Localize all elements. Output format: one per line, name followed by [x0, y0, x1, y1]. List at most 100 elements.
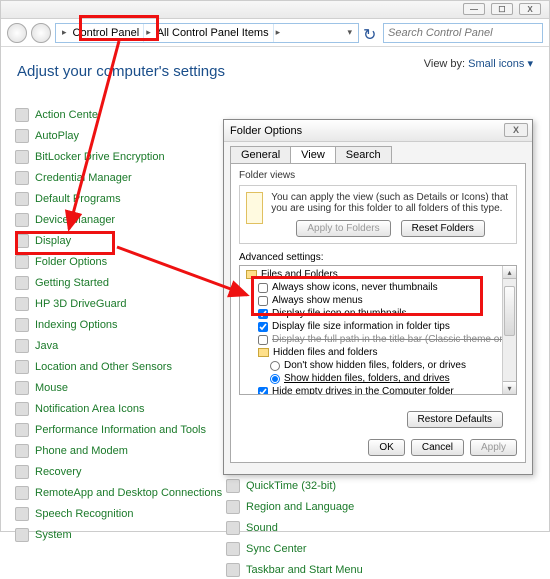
breadcrumb-control-panel[interactable]: Control Panel — [69, 24, 145, 42]
radio-dont-show-hidden[interactable] — [270, 361, 280, 371]
folder-views-box: You can apply the view (such as Details … — [239, 185, 517, 244]
control-panel-item[interactable]: QuickTime (32-bit) — [226, 477, 426, 495]
check-size-in-tips[interactable] — [258, 322, 268, 332]
item-icon — [15, 381, 29, 395]
tree-item: Show hidden files, folders, and drives — [284, 373, 450, 384]
chevron-right-icon: ▸ — [144, 27, 153, 38]
advanced-settings-label: Advanced settings: — [239, 252, 517, 263]
item-label: Action Center — [35, 109, 102, 121]
view-by-label: View by: — [424, 58, 465, 70]
ok-button[interactable]: OK — [368, 439, 404, 456]
folder-icon — [258, 348, 269, 357]
radio-show-hidden[interactable] — [270, 374, 280, 384]
item-icon — [15, 213, 29, 227]
item-label: Default Programs — [35, 193, 121, 205]
tree-item: Always show icons, never thumbnails — [272, 282, 438, 293]
item-icon — [15, 318, 29, 332]
item-label: System — [35, 529, 72, 541]
tree-scrollbar[interactable]: ▴ ▾ — [502, 266, 516, 394]
check-file-icon-thumb[interactable] — [258, 309, 268, 319]
scroll-down-icon[interactable]: ▾ — [503, 381, 516, 394]
folder-options-dialog: Folder Options X General View Search Fol… — [223, 119, 533, 475]
advanced-settings-tree[interactable]: Files and Folders Always show icons, nev… — [239, 265, 517, 395]
item-icon — [15, 108, 29, 122]
control-panel-item[interactable]: Sound — [226, 519, 426, 537]
close-button[interactable]: X — [519, 3, 541, 15]
item-label: Sound — [246, 522, 278, 534]
item-label: Speech Recognition — [35, 508, 133, 520]
item-icon — [226, 500, 240, 514]
nav-toolbar: ▸ Control Panel ▸ All Control Panel Item… — [1, 19, 549, 47]
item-icon — [15, 360, 29, 374]
item-label: Folder Options — [35, 256, 107, 268]
item-label: Java — [35, 340, 58, 352]
tree-item: Display the full path in the title bar (… — [272, 334, 515, 345]
tree-item: Display file size information in folder … — [272, 321, 450, 332]
tab-body: Folder views You can apply the view (suc… — [230, 163, 526, 463]
tree-item: Hide empty drives in the Computer folder — [272, 386, 454, 395]
dropdown-icon[interactable]: ▾ — [345, 27, 354, 38]
item-label: RemoteApp and Desktop Connections — [35, 487, 222, 499]
forward-button[interactable] — [31, 23, 51, 43]
maximize-button[interactable]: ☐ — [491, 3, 513, 15]
tab-general[interactable]: General — [230, 146, 291, 163]
dialog-close-button[interactable]: X — [504, 123, 528, 137]
cancel-button[interactable]: Cancel — [411, 439, 464, 456]
apply-button[interactable]: Apply — [470, 439, 517, 456]
item-label: Taskbar and Start Menu — [246, 564, 363, 576]
reset-folders-button[interactable]: Reset Folders — [401, 220, 485, 237]
dialog-titlebar[interactable]: Folder Options X — [224, 120, 532, 142]
breadcrumb-all-items[interactable]: All Control Panel Items — [153, 24, 274, 42]
search-input[interactable]: Search Control Panel — [383, 23, 543, 43]
item-label: HP 3D DriveGuard — [35, 298, 127, 310]
chevron-right-icon: ▸ — [274, 27, 283, 38]
item-label: Location and Other Sensors — [35, 361, 172, 373]
item-label: QuickTime (32-bit) — [246, 480, 336, 492]
item-icon — [15, 339, 29, 353]
check-show-menus[interactable] — [258, 296, 268, 306]
item-icon — [15, 192, 29, 206]
control-panel-item[interactable]: Taskbar and Start Menu — [226, 561, 426, 579]
breadcrumb[interactable]: ▸ Control Panel ▸ All Control Panel Item… — [55, 23, 359, 43]
item-icon — [15, 234, 29, 248]
item-label: Performance Information and Tools — [35, 424, 206, 436]
window-titlebar: — ☐ X — [1, 1, 549, 19]
folder-icon — [246, 270, 257, 279]
item-icon — [15, 129, 29, 143]
chevron-right-icon: ▸ — [60, 27, 69, 38]
item-icon — [15, 528, 29, 542]
apply-to-folders-button[interactable]: Apply to Folders — [296, 220, 390, 237]
control-panel-item[interactable]: Region and Language — [226, 498, 426, 516]
restore-defaults-button[interactable]: Restore Defaults — [407, 411, 503, 428]
item-label: Mouse — [35, 382, 68, 394]
tree-item: Always show menus — [272, 295, 363, 306]
item-label: Credential Manager — [35, 172, 132, 184]
item-label: Region and Language — [246, 501, 354, 513]
control-panel-item[interactable]: Sync Center — [226, 540, 426, 558]
refresh-icon[interactable]: ↻ — [363, 25, 379, 41]
tab-search[interactable]: Search — [335, 146, 392, 163]
folder-views-icon — [246, 192, 263, 224]
minimize-button[interactable]: — — [463, 3, 485, 15]
check-icons-never-thumb[interactable] — [258, 283, 268, 293]
check-hide-empty-drives[interactable] — [258, 387, 268, 396]
item-label: BitLocker Drive Encryption — [35, 151, 165, 163]
scroll-up-icon[interactable]: ▴ — [503, 266, 516, 279]
scroll-thumb[interactable] — [504, 286, 515, 336]
item-label: Device Manager — [35, 214, 115, 226]
item-label: Recovery — [35, 466, 81, 478]
item-icon — [15, 297, 29, 311]
item-label: Display — [35, 235, 71, 247]
back-button[interactable] — [7, 23, 27, 43]
item-icon — [15, 171, 29, 185]
dialog-title: Folder Options — [230, 125, 302, 137]
view-by-value[interactable]: Small icons ▾ — [468, 58, 533, 70]
tree-root: Files and Folders — [261, 269, 338, 280]
item-label: AutoPlay — [35, 130, 79, 142]
item-label: Notification Area Icons — [35, 403, 144, 415]
tree-hidden-folder: Hidden files and folders — [273, 347, 378, 358]
tab-view[interactable]: View — [290, 146, 336, 163]
item-icon — [226, 521, 240, 535]
check-full-path-title[interactable] — [258, 335, 268, 345]
item-icon — [226, 479, 240, 493]
